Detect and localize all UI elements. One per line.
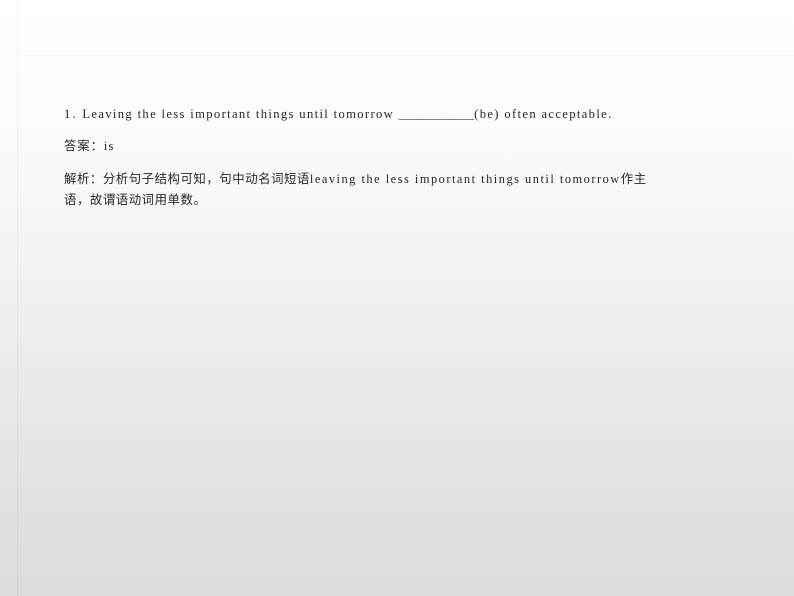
explanation-text-en: leaving the less important things until … [309,172,621,186]
exercise-answer-blank[interactable]: ____________ [399,107,475,121]
slide-content-body: 1. Leaving the less important things unt… [64,104,748,209]
slide-frame-rule-top [17,55,794,56]
exercise-question-line: 1. Leaving the less important things unt… [64,104,748,124]
explanation-text-cn-a: 分析句子结构可知，句中动名词短语 [102,171,310,186]
explanation-text-line2: 语，故谓语动词用单数。 [64,191,207,207]
exercise-number-separator: . [72,107,78,121]
answer-separator: ： [90,138,104,153]
explanation-line-1: 解析：分析句子结构可知，句中动名词短语leaving the less impo… [64,169,748,190]
exercise-verb-hint: (be) [474,107,500,121]
explanation-line-2: 语，故谓语动词用单数。 [64,190,748,210]
exercise-stem-after-blank: often acceptable. [504,107,613,121]
exercise-stem-before-blank: Leaving the less important things until … [82,107,395,121]
explanation-label: 解析 [64,171,90,186]
slide-canvas: 1. Leaving the less important things unt… [0,0,794,596]
explanation-separator: ： [89,171,103,186]
exercise-number: 1 [64,107,73,121]
answer-value: is [103,139,115,153]
explanation-block: 解析：分析句子结构可知，句中动名词短语leaving the less impo… [64,169,748,209]
answer-line: 答案：is [64,136,748,156]
slide-frame-rule-left [17,0,18,596]
answer-label: 答案 [64,138,91,153]
explanation-text-cn-b: 作主 [620,171,647,186]
